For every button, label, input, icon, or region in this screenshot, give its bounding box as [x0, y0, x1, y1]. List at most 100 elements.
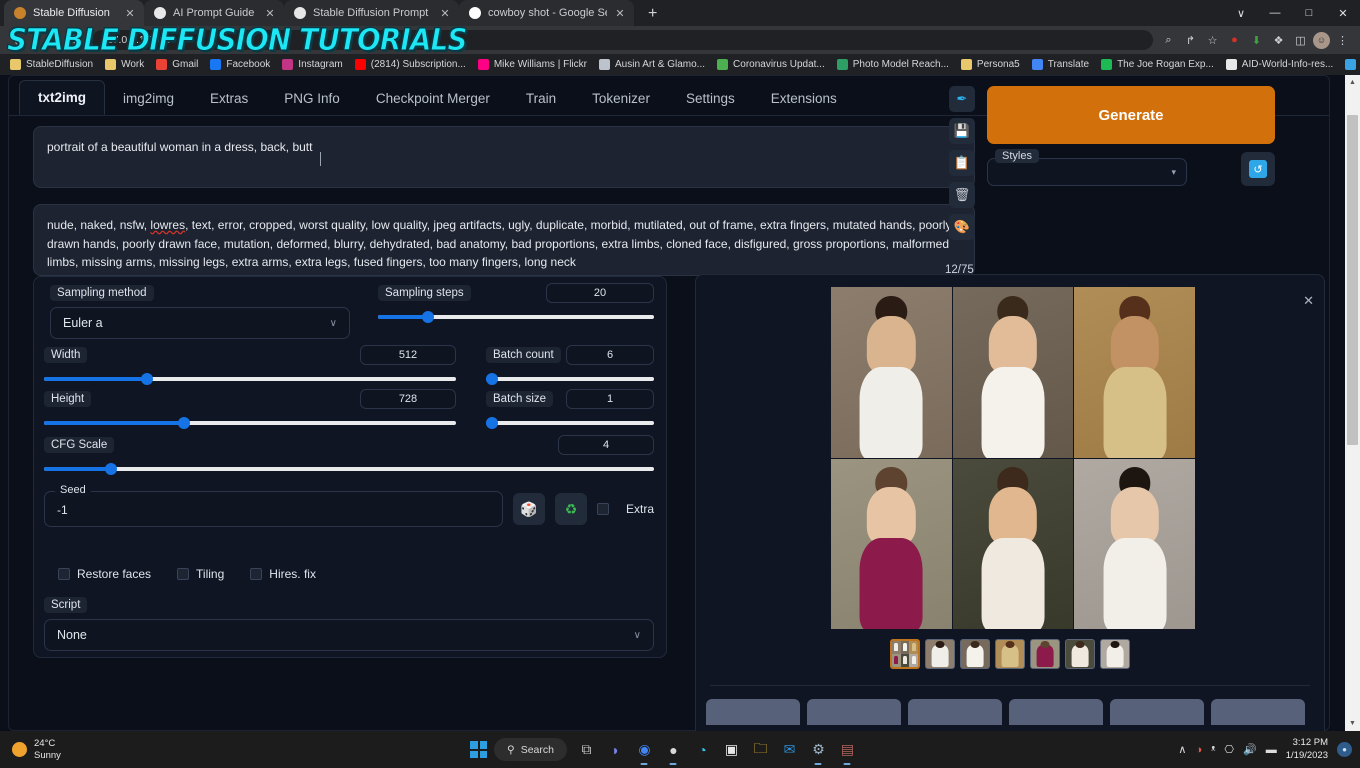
batch-size-slider[interactable] [486, 417, 654, 429]
sampling-steps-value[interactable]: 20 [546, 283, 654, 303]
share-icon[interactable]: ↱ [1181, 31, 1200, 50]
security-icon[interactable]: ◑ [1195, 744, 1202, 756]
script-dropdown[interactable]: None ∨ [44, 619, 654, 651]
adblock-extension-icon[interactable]: ● [1225, 31, 1244, 50]
woman-maroon-dress-back-4[interactable] [831, 458, 952, 629]
edge-icon[interactable]: ◔ [690, 737, 715, 762]
download-extension-icon[interactable]: ⬇ [1247, 31, 1266, 50]
bookmark-item[interactable]: Gmail [150, 57, 204, 72]
bookmark-item[interactable]: Persona5 [955, 57, 1026, 72]
browser-tab-1[interactable]: AI Prompt Guide ✕ [144, 0, 284, 26]
batch-count-value[interactable]: 6 [566, 345, 654, 365]
opera-gx-icon[interactable]: ● [661, 737, 686, 765]
clear-prompt-icon[interactable]: 🗑 [949, 182, 975, 208]
browser-tab-0[interactable]: Stable Diffusion ✕ [4, 0, 144, 26]
restore-progress-icon[interactable]: ✒ [949, 86, 975, 112]
scrollbar-thumb[interactable] [1347, 115, 1358, 445]
bookmark-item[interactable]: Mike Williams | Flickr [472, 57, 593, 72]
sampling-steps-slider[interactable] [378, 311, 654, 323]
thumb-image-3[interactable] [995, 639, 1025, 669]
negative-prompt-input[interactable]: nude, naked, nsfw, lowres, text, error, … [33, 204, 975, 276]
thumb-image-4[interactable] [1030, 639, 1060, 669]
woman-white-dress-back-2[interactable] [952, 287, 1074, 458]
tab-close-icon[interactable]: ✕ [124, 7, 136, 20]
woman-white-dress-back-6[interactable] [1074, 458, 1195, 629]
reload-icon[interactable]: ↻ [64, 29, 86, 51]
checkbox-box[interactable] [58, 567, 70, 580]
thumb-image-2[interactable] [960, 639, 990, 669]
avatar[interactable]: ☺ [1313, 31, 1330, 49]
extra-seed-checkbox[interactable] [596, 503, 609, 515]
settings-icon[interactable]: ⚙ [806, 737, 831, 765]
apply-style-icon[interactable]: 🎨 [949, 214, 975, 240]
seed-input[interactable]: Seed -1 [44, 484, 503, 527]
zoom-icon[interactable]: ⌕ [1159, 31, 1178, 50]
batch-count-slider[interactable] [486, 373, 654, 385]
browser-menu-icon[interactable]: ⋮ [1333, 31, 1352, 50]
paste-prompt-icon[interactable]: 📋 [949, 150, 975, 176]
bookmark-item[interactable]: Translate [1026, 57, 1095, 72]
gallery-action-button-0[interactable] [706, 699, 800, 725]
bookmark-item[interactable]: Coronavirus Updat... [711, 57, 831, 72]
close-window-button[interactable]: ✕ [1326, 0, 1360, 26]
woman-white-gown-back-5[interactable] [952, 458, 1074, 629]
bookmark-item[interactable]: Ausin Art & Glamo... [593, 57, 711, 72]
gallery-action-button-2[interactable] [908, 699, 1002, 725]
height-value[interactable]: 728 [360, 389, 456, 409]
bookmark-item[interactable]: Instagram [276, 57, 348, 72]
maximize-button[interactable]: □ [1292, 0, 1326, 26]
checkbox-restore-faces[interactable]: Restore faces [58, 565, 151, 583]
checkbox-box[interactable] [250, 567, 263, 580]
taskbar-clock[interactable]: 3:12 PM 1/19/2023 [1286, 737, 1328, 762]
width-slider[interactable] [44, 373, 456, 385]
batch-size-value[interactable]: 1 [566, 389, 654, 409]
woman-gold-dress-back-3[interactable] [1074, 287, 1195, 458]
forward-icon[interactable]: → [36, 29, 58, 51]
bookmark-item[interactable]: StableDiffusion [4, 57, 99, 72]
height-slider[interactable] [44, 417, 456, 429]
gallery-action-button-3[interactable] [1009, 699, 1103, 725]
notification-icon[interactable]: ● [1337, 742, 1352, 757]
gallery-action-button-5[interactable] [1211, 699, 1305, 725]
bookmark-item[interactable]: Photo Model Reach... [831, 57, 955, 72]
webui-tab-txt2img[interactable]: txt2img [19, 80, 106, 115]
bookmark-item[interactable]: Your Elation Passport [1339, 57, 1360, 72]
save-style-icon[interactable]: 💾 [949, 118, 975, 144]
generate-button[interactable]: Generate [987, 86, 1275, 144]
webui-tab-img2img[interactable]: img2img [105, 82, 192, 115]
bookmark-item[interactable]: (2814) Subscription... [349, 57, 472, 72]
thumb-image-5[interactable] [1065, 639, 1095, 669]
webui-tab-extras[interactable]: Extras [192, 82, 266, 115]
gallery-action-button-4[interactable] [1110, 699, 1204, 725]
battery-icon[interactable]: ▬ [1266, 744, 1277, 756]
bookmark-item[interactable]: The Joe Rogan Exp... [1095, 57, 1220, 72]
page-scrollbar[interactable]: ▲ ▼ [1345, 75, 1360, 731]
webui-tab-extensions[interactable]: Extensions [753, 82, 855, 115]
sampling-method-dropdown[interactable]: Euler a ∨ [50, 307, 350, 339]
task-view-icon[interactable]: ⧉ [574, 737, 599, 762]
bookmark-item[interactable]: Facebook [204, 57, 276, 72]
store-icon[interactable]: ▣ [719, 737, 744, 762]
thumb-grid-all[interactable] [890, 639, 920, 669]
minimize-button[interactable]: — [1258, 0, 1292, 26]
volume-icon[interactable]: 🔊 [1243, 743, 1257, 756]
gallery-action-button-1[interactable] [807, 699, 901, 725]
thumb-image-6[interactable] [1100, 639, 1130, 669]
bookmark-star-icon[interactable]: ☆ [1203, 31, 1222, 50]
address-bar[interactable]: 127.0.0.1:7860 [92, 30, 1153, 50]
taskbar-search[interactable]: ⚲ Search [494, 738, 567, 761]
back-icon[interactable]: ← [8, 29, 30, 51]
new-tab-button[interactable]: + [642, 5, 663, 23]
chrome-icon[interactable]: ◉ [632, 737, 657, 765]
weather-widget[interactable]: 24°C Sunny [0, 738, 61, 762]
webui-tab-settings[interactable]: Settings [668, 82, 753, 115]
scroll-up-arrow-icon[interactable]: ▲ [1345, 75, 1360, 90]
mail-icon[interactable]: ✉ [777, 737, 802, 762]
microphone-icon[interactable]: ᵜ [1211, 744, 1215, 756]
webui-tab-checkpoint-merger[interactable]: Checkpoint Merger [358, 82, 508, 115]
random-seed-button[interactable]: 🎲 [512, 493, 545, 525]
network-icon[interactable]: ⎔ [1224, 743, 1234, 756]
webui-tab-train[interactable]: Train [508, 82, 574, 115]
webui-tab-tokenizer[interactable]: Tokenizer [574, 82, 668, 115]
checkbox-hires-fix[interactable]: Hires. fix [250, 565, 316, 583]
